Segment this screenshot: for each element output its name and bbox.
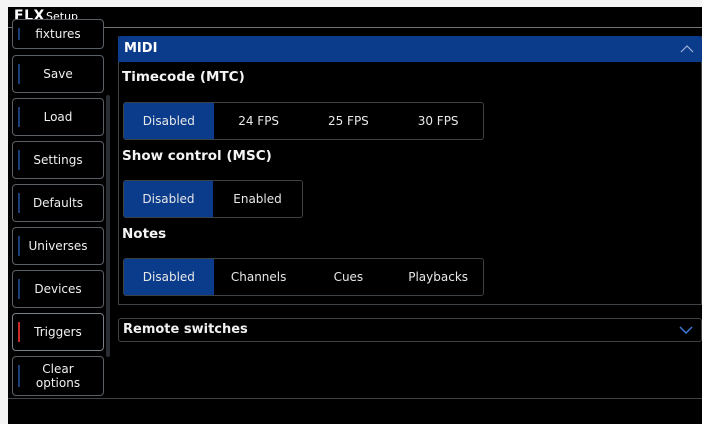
notes-option-disabled[interactable]: Disabled [124, 259, 214, 295]
bottom-bar [8, 398, 702, 424]
sidebar-item-accent [18, 193, 20, 213]
sidebar-item-accent [18, 150, 20, 170]
remote-switches-title: Remote switches [123, 322, 248, 337]
sidebar-item-label: Devices [34, 282, 82, 296]
sidebar-item-clear-options[interactable]: Clear options [12, 356, 104, 396]
setup-window: FLX Setup fixtures Save Load Settings De… [8, 7, 702, 424]
sidebar-item-accent [18, 64, 20, 84]
sidebar-item-label: Triggers [34, 325, 82, 339]
timecode-option-disabled[interactable]: Disabled [124, 103, 214, 139]
sidebar-item-label: Load [43, 110, 73, 124]
sidebar-item-devices[interactable]: Devices [12, 270, 104, 308]
sidebar-item-label: Universes [28, 239, 88, 253]
show-control-option-disabled[interactable]: Disabled [124, 181, 213, 217]
notes-selector: Disabled Channels Cues Playbacks [123, 258, 484, 296]
show-control-option-enabled[interactable]: Enabled [213, 181, 302, 217]
sidebar-item-accent [18, 107, 20, 127]
notes-option-channels[interactable]: Channels [214, 259, 304, 295]
sidebar-item-label: Clear options [35, 362, 81, 390]
sidebar-item-accent [18, 365, 20, 387]
remote-switches-panel-header[interactable]: Remote switches [118, 318, 702, 342]
sidebar-item-fixtures[interactable]: fixtures [12, 19, 104, 49]
chevron-down-icon[interactable] [679, 323, 693, 337]
midi-panel-header[interactable]: MIDI [118, 36, 702, 62]
sidebar-item-accent [18, 236, 20, 256]
show-control-label: Show control (MSC) [122, 148, 272, 164]
timecode-selector: Disabled 24 FPS 25 FPS 30 FPS [123, 102, 484, 140]
sidebar-item-settings[interactable]: Settings [12, 141, 104, 179]
sidebar-item-accent [18, 322, 20, 342]
show-control-selector: Disabled Enabled [123, 180, 303, 218]
notes-label: Notes [122, 226, 167, 242]
sidebar-item-triggers[interactable]: Triggers [12, 313, 104, 351]
sidebar-item-label: Settings [33, 153, 83, 167]
sidebar-item-load[interactable]: Load [12, 98, 104, 136]
midi-panel-title: MIDI [124, 41, 158, 56]
timecode-option-24fps[interactable]: 24 FPS [214, 103, 304, 139]
notes-option-playbacks[interactable]: Playbacks [393, 259, 483, 295]
sidebar-item-label: fixtures [35, 27, 81, 41]
sidebar-item-save[interactable]: Save [12, 55, 104, 93]
sidebar-item-universes[interactable]: Universes [12, 227, 104, 265]
sidebar-item-accent [18, 279, 20, 299]
sidebar: fixtures Save Load Settings Defaults Uni… [12, 19, 107, 399]
sidebar-item-defaults[interactable]: Defaults [12, 184, 104, 222]
sidebar-item-label: Save [43, 67, 73, 81]
sidebar-scrollbar[interactable] [106, 95, 110, 357]
chevron-up-icon[interactable] [680, 42, 694, 56]
timecode-option-25fps[interactable]: 25 FPS [304, 103, 394, 139]
title-bar: FLX Setup [8, 7, 702, 28]
timecode-label: Timecode (MTC) [122, 69, 245, 85]
sidebar-item-accent [18, 28, 20, 40]
sidebar-item-label: Defaults [32, 196, 84, 210]
timecode-option-30fps[interactable]: 30 FPS [393, 103, 483, 139]
notes-option-cues[interactable]: Cues [304, 259, 394, 295]
